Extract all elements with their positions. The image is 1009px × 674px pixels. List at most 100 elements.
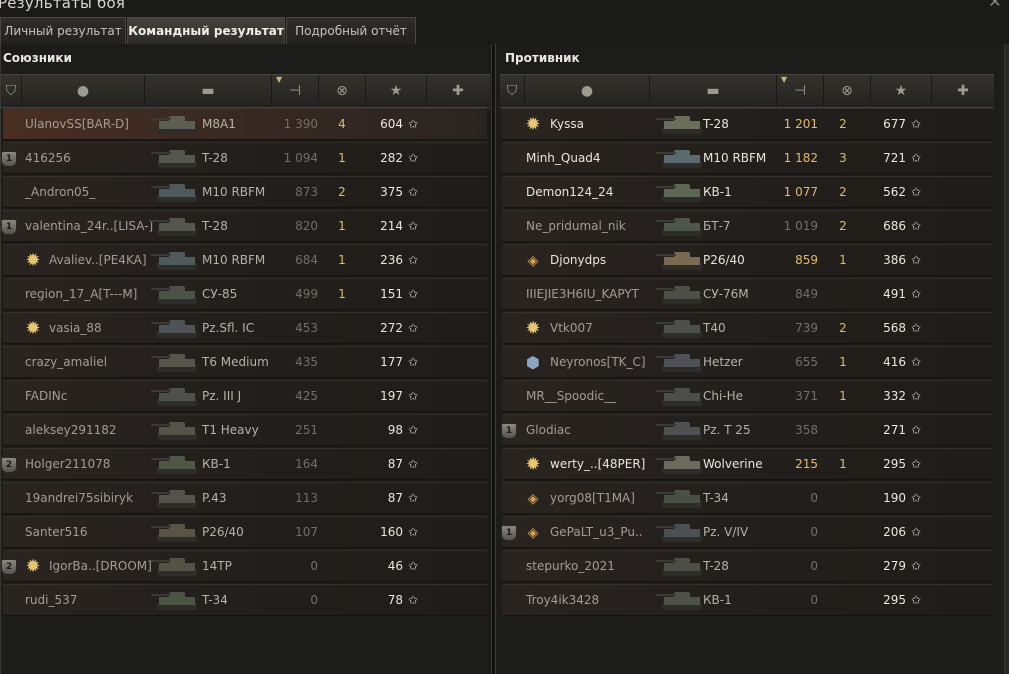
column-medals[interactable]: ✚ (932, 75, 994, 107)
table-row[interactable]: ✹ Vtk007 T40 739 2 568 ✩ (502, 312, 992, 344)
player-name[interactable]: vasia_88 (49, 313, 102, 343)
xp-value: 604 (380, 117, 403, 131)
table-row[interactable]: 1 valentina_24r..[LISA-] T-28 820 1 214 ✩ (1, 210, 487, 242)
column-xp[interactable]: ★ (871, 75, 932, 107)
player-name[interactable]: 19andrei75sibiryk (25, 483, 133, 513)
table-row[interactable]: ✹ werty_..[48PER] Wolverine 215 1 295 ✩ (502, 448, 992, 480)
damage-value: 453 (295, 321, 318, 335)
player-name[interactable]: Vtk007 (550, 313, 593, 343)
player-name[interactable]: yorg08[T1MA] (550, 483, 635, 513)
tank-icon (151, 150, 197, 168)
player-name[interactable]: Demon124_24 (526, 177, 613, 207)
tank-icon (151, 116, 197, 134)
player-name[interactable]: Glodiac (526, 415, 571, 445)
table-row[interactable]: MR__Spoodic__ Chi-He 371 1 332 ✩ (502, 380, 992, 412)
person-icon: ● (76, 83, 90, 99)
platoon-icon: 1 (501, 525, 517, 541)
vehicle-name: T-28 (703, 559, 729, 573)
player-name[interactable]: Minh_Quad4 (526, 143, 601, 173)
table-row[interactable]: 1 ◈ GePaLT_u3_Pu.. Pz. V/IV 0 206 ✩ (501, 516, 992, 548)
xp-value: 87 (387, 457, 403, 471)
player-name[interactable]: stepurko_2021 (526, 551, 615, 581)
column-player[interactable]: ● (525, 75, 650, 107)
column-player[interactable]: ● (22, 75, 145, 107)
player-name[interactable]: UlanovSS[BAR-D] (25, 109, 129, 139)
column-xp[interactable]: ★ (366, 75, 427, 107)
column-vehicle[interactable]: ▬ (145, 75, 272, 107)
table-row[interactable]: ⬢ Neyronos[TK_C] Hetzer 655 1 416 ✩ (502, 346, 992, 378)
column-vehicle[interactable]: ▬ (650, 75, 777, 107)
table-row[interactable]: 2 Holger211078 КВ-1 164 87 ✩ (1, 448, 487, 480)
star-icon: ✩ (407, 423, 419, 437)
table-row[interactable]: IIIEJIE3H6IU_KAPYT СУ-76М 849 491 ✩ (502, 278, 992, 310)
player-name[interactable]: Troy4ik3428 (526, 585, 599, 615)
star-icon: ✩ (910, 423, 922, 437)
tab-team-result[interactable]: Командный результат (127, 17, 285, 44)
star-icon: ✩ (910, 321, 922, 335)
table-row[interactable]: 19andrei75sibiryk P.43 113 87 ✩ (3, 482, 487, 514)
column-platoon[interactable]: ⛉ (500, 75, 525, 107)
table-row[interactable]: Minh_Quad4 M10 RBFM 1 182 3 721 ✩ (502, 142, 992, 174)
table-row[interactable]: ✹ vasia_88 Pz.Sfl. IC 453 272 ✩ (3, 312, 487, 344)
table-row[interactable]: Demon124_24 КВ-1 1 077 2 562 ✩ (502, 176, 992, 208)
table-row[interactable]: ◈ Djonydps P26/40 859 1 386 ✩ (502, 244, 992, 276)
table-row[interactable]: aleksey291182 T1 Heavy 251 98 ✩ (3, 414, 487, 446)
kills-value: 1 (338, 287, 346, 301)
close-icon[interactable]: ✕ (987, 0, 1003, 10)
xp-value: 562 (883, 185, 906, 199)
column-damage[interactable]: ▼ ⊣ (272, 75, 319, 107)
player-name[interactable]: Neyronos[TK_C] (550, 347, 646, 377)
table-row[interactable]: UlanovSS[BAR-D] M8A1 1 390 4 604 ✩ (3, 108, 487, 140)
player-name[interactable]: rudi_537 (25, 585, 77, 615)
player-name[interactable]: werty_..[48PER] (550, 449, 645, 479)
player-name[interactable]: IIIEJIE3H6IU_KAPYT (526, 279, 639, 309)
player-name[interactable]: valentina_24r..[LISA-] (25, 211, 153, 241)
column-medals[interactable]: ✚ (427, 75, 489, 107)
tank-icon (151, 388, 197, 406)
table-row[interactable]: Troy4ik3428 КВ-1 0 295 ✩ (502, 584, 992, 616)
table-row[interactable]: Ne_pridumal_nik БТ-7 1 019 2 686 ✩ (502, 210, 992, 242)
allies-list: UlanovSS[BAR-D] M8A1 1 390 4 604 ✩ 1 416256 T-28… (1, 108, 487, 618)
star-icon: ✩ (407, 457, 419, 471)
table-row[interactable]: Santer516 P26/40 107 160 ✩ (3, 516, 487, 548)
player-name[interactable]: FADINc (25, 381, 67, 411)
table-row[interactable]: crazy_amaliel T6 Medium 435 177 ✩ (3, 346, 487, 378)
table-row[interactable]: 1 416256 T-28 1 094 1 282 ✩ (1, 142, 487, 174)
player-name[interactable]: 416256 (25, 143, 71, 173)
xp-value: 206 (883, 525, 906, 539)
column-damage[interactable]: ▼ ⊣ (777, 75, 824, 107)
player-name[interactable]: Djonydps (550, 245, 606, 275)
table-row[interactable]: FADINc Pz. III J 425 197 ✩ (3, 380, 487, 412)
player-name[interactable]: IgorBa..[DROOM] (49, 551, 152, 581)
table-row[interactable]: 1 Glodiac Pz. T 25 358 271 ✩ (501, 414, 992, 446)
player-name[interactable]: region_17_A[T---M] (25, 279, 137, 309)
player-name[interactable]: Holger211078 (25, 449, 110, 479)
table-row[interactable]: region_17_A[T---M] СУ-85 499 1 151 ✩ (3, 278, 487, 310)
column-kills[interactable]: ⊗ (319, 75, 366, 107)
column-platoon[interactable]: ⛉ (1, 75, 22, 107)
player-name[interactable]: Ne_pridumal_nik (526, 211, 626, 241)
player-name[interactable]: crazy_amaliel (25, 347, 107, 377)
vehicle-name: P.43 (202, 491, 227, 505)
player-name[interactable]: _Andron05_ (25, 177, 95, 207)
vehicle-name: Pz. T 25 (703, 423, 751, 437)
player-name[interactable]: Kyssa (550, 109, 584, 139)
player-name[interactable]: Santer516 (25, 517, 88, 547)
player-name[interactable]: aleksey291182 (25, 415, 117, 445)
table-row[interactable]: ✹ Avaliev..[PE4KA] M10 RBFM 684 1 236 ✩ (3, 244, 487, 276)
player-name[interactable]: Avaliev..[PE4KA] (49, 245, 147, 275)
vehicle-name: Pz. V/IV (703, 525, 749, 539)
tab-detailed-report[interactable]: Подробный отчёт (286, 17, 416, 44)
table-row[interactable]: ✹ Kyssa T-28 1 201 2 677 ✩ (502, 108, 992, 140)
table-row[interactable]: _Andron05_ M10 RBFM 873 2 375 ✩ (3, 176, 487, 208)
player-name[interactable]: MR__Spoodic__ (526, 381, 616, 411)
table-row[interactable]: ◈ yorg08[T1MA] T-34 0 190 ✩ (502, 482, 992, 514)
table-row[interactable]: 2 ✹ IgorBa..[DROOM] 14TP 0 46 ✩ (1, 550, 487, 582)
column-kills[interactable]: ⊗ (824, 75, 871, 107)
diamond-badge-icon: ◈ (527, 491, 539, 507)
table-row[interactable]: rudi_537 T-34 0 78 ✩ (3, 584, 487, 616)
tab-personal-result[interactable]: Личный результат (0, 17, 126, 44)
table-row[interactable]: stepurko_2021 T-28 0 279 ✩ (502, 550, 992, 582)
person-icon: ● (580, 83, 594, 99)
player-name[interactable]: GePaLT_u3_Pu.. (550, 517, 643, 547)
